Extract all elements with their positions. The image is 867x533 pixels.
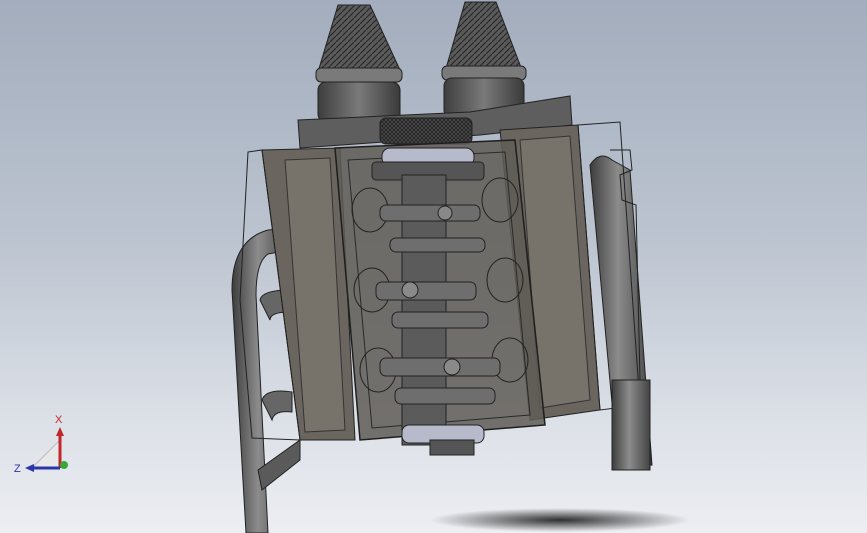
connecting-rod-6[interactable] xyxy=(394,387,496,405)
connecting-rod-4[interactable] xyxy=(391,311,489,329)
connecting-rod-3[interactable] xyxy=(375,281,477,301)
exhaust-pipe-right-lower[interactable] xyxy=(611,379,651,471)
y-axis-indicator xyxy=(60,461,68,469)
z-axis-arrowhead xyxy=(25,464,34,472)
engine-model[interactable] xyxy=(0,0,867,533)
ground-shadow xyxy=(430,508,690,532)
connecting-rod-2[interactable] xyxy=(389,237,486,253)
crank-pulley-bottom[interactable] xyxy=(401,424,485,456)
z-axis-label: Z xyxy=(14,463,21,475)
air-filter-left[interactable] xyxy=(315,4,403,123)
axis-triad[interactable]: X Z xyxy=(10,410,80,480)
air-filter-right[interactable] xyxy=(441,1,527,119)
connecting-rod-1[interactable] xyxy=(379,204,481,222)
connecting-rod-5[interactable] xyxy=(379,357,501,377)
triad-plane xyxy=(30,438,61,469)
graphics-viewport[interactable]: X Z xyxy=(0,0,867,533)
x-axis-arrowhead xyxy=(56,427,64,436)
x-axis-label: X xyxy=(55,414,63,426)
